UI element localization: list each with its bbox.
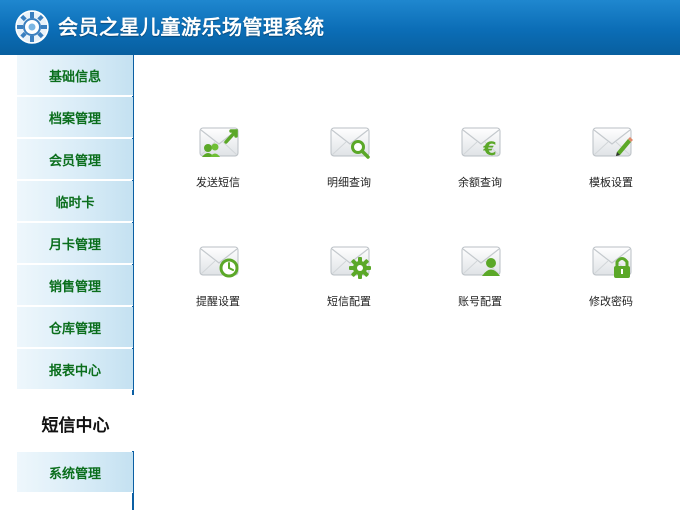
- sms-config-gear-icon: [330, 246, 371, 279]
- sidebar-item-label: 会员管理: [48, 153, 101, 169]
- sidebar-item-label: 临时卡: [55, 195, 95, 211]
- sidebar-item-temp-card[interactable]: 临时卡: [17, 181, 133, 222]
- balance-euro-icon: €: [461, 127, 501, 160]
- tile-label: 提醒设置: [196, 295, 240, 308]
- account-user-icon: [461, 246, 501, 276]
- send-sms-icon: [199, 127, 239, 157]
- sidebar-item-members[interactable]: 会员管理: [17, 139, 133, 180]
- sidebar-item-label: 报表中心: [48, 363, 101, 379]
- tile-detail-query[interactable]: 明细查询: [304, 122, 394, 202]
- reminder-clock-icon: [199, 246, 239, 278]
- tile-account-config[interactable]: 账号配置: [435, 241, 525, 321]
- sidebar-item-archives[interactable]: 档案管理: [17, 97, 133, 138]
- tile-reminder-settings[interactable]: 提醒设置: [173, 241, 263, 321]
- tile-label: 短信配置: [327, 295, 371, 308]
- sidebar-item-label: 短信中心: [41, 415, 110, 436]
- sidebar-item-monthly-card[interactable]: 月卡管理: [17, 223, 133, 264]
- sidebar-item-label: 基础信息: [48, 69, 101, 85]
- tile-label: 明细查询: [327, 176, 371, 189]
- gear-logo-icon: [15, 10, 49, 44]
- tile-label: 发送短信: [196, 176, 240, 189]
- sidebar-item-sms-center-active[interactable]: 短信中心: [17, 395, 134, 451]
- tile-template-settings[interactable]: 模板设置: [566, 122, 656, 202]
- svg-text:€: €: [482, 138, 496, 160]
- sidebar-item-label: 月卡管理: [48, 237, 101, 253]
- sidebar-item-reports[interactable]: 报表中心: [17, 349, 133, 390]
- sidebar-item-warehouse[interactable]: 仓库管理: [17, 307, 133, 348]
- tile-label: 余额查询: [458, 176, 502, 189]
- tile-label: 账号配置: [458, 295, 502, 308]
- header-bar: 会员之星儿童游乐场管理系统: [0, 0, 680, 55]
- sidebar-item-label: 仓库管理: [48, 321, 101, 337]
- sidebar: 基础信息 档案管理 会员管理 临时卡 月卡管理 销售管理 仓库管理 报表中心 短…: [0, 55, 134, 510]
- app-title: 会员之星儿童游乐场管理系统: [58, 15, 325, 39]
- sidebar-item-label: 档案管理: [48, 111, 101, 127]
- sidebar-item-label: 系统管理: [48, 466, 101, 482]
- tile-balance-query[interactable]: € 余额查询: [435, 122, 525, 202]
- tile-label: 模板设置: [589, 176, 633, 189]
- template-edit-icon: [592, 127, 633, 157]
- sidebar-item-label: 销售管理: [48, 279, 101, 295]
- tile-change-password[interactable]: 修改密码: [566, 241, 656, 321]
- password-lock-icon: [592, 246, 632, 278]
- tile-sms-config[interactable]: 短信配置: [304, 241, 394, 321]
- detail-search-icon: [330, 127, 370, 159]
- sidebar-item-sales[interactable]: 销售管理: [17, 265, 133, 306]
- sidebar-item-basic-info[interactable]: 基础信息: [17, 55, 133, 96]
- sidebar-item-system[interactable]: 系统管理: [17, 452, 133, 493]
- tile-label: 修改密码: [589, 295, 633, 308]
- tile-send-sms[interactable]: 发送短信: [173, 122, 263, 202]
